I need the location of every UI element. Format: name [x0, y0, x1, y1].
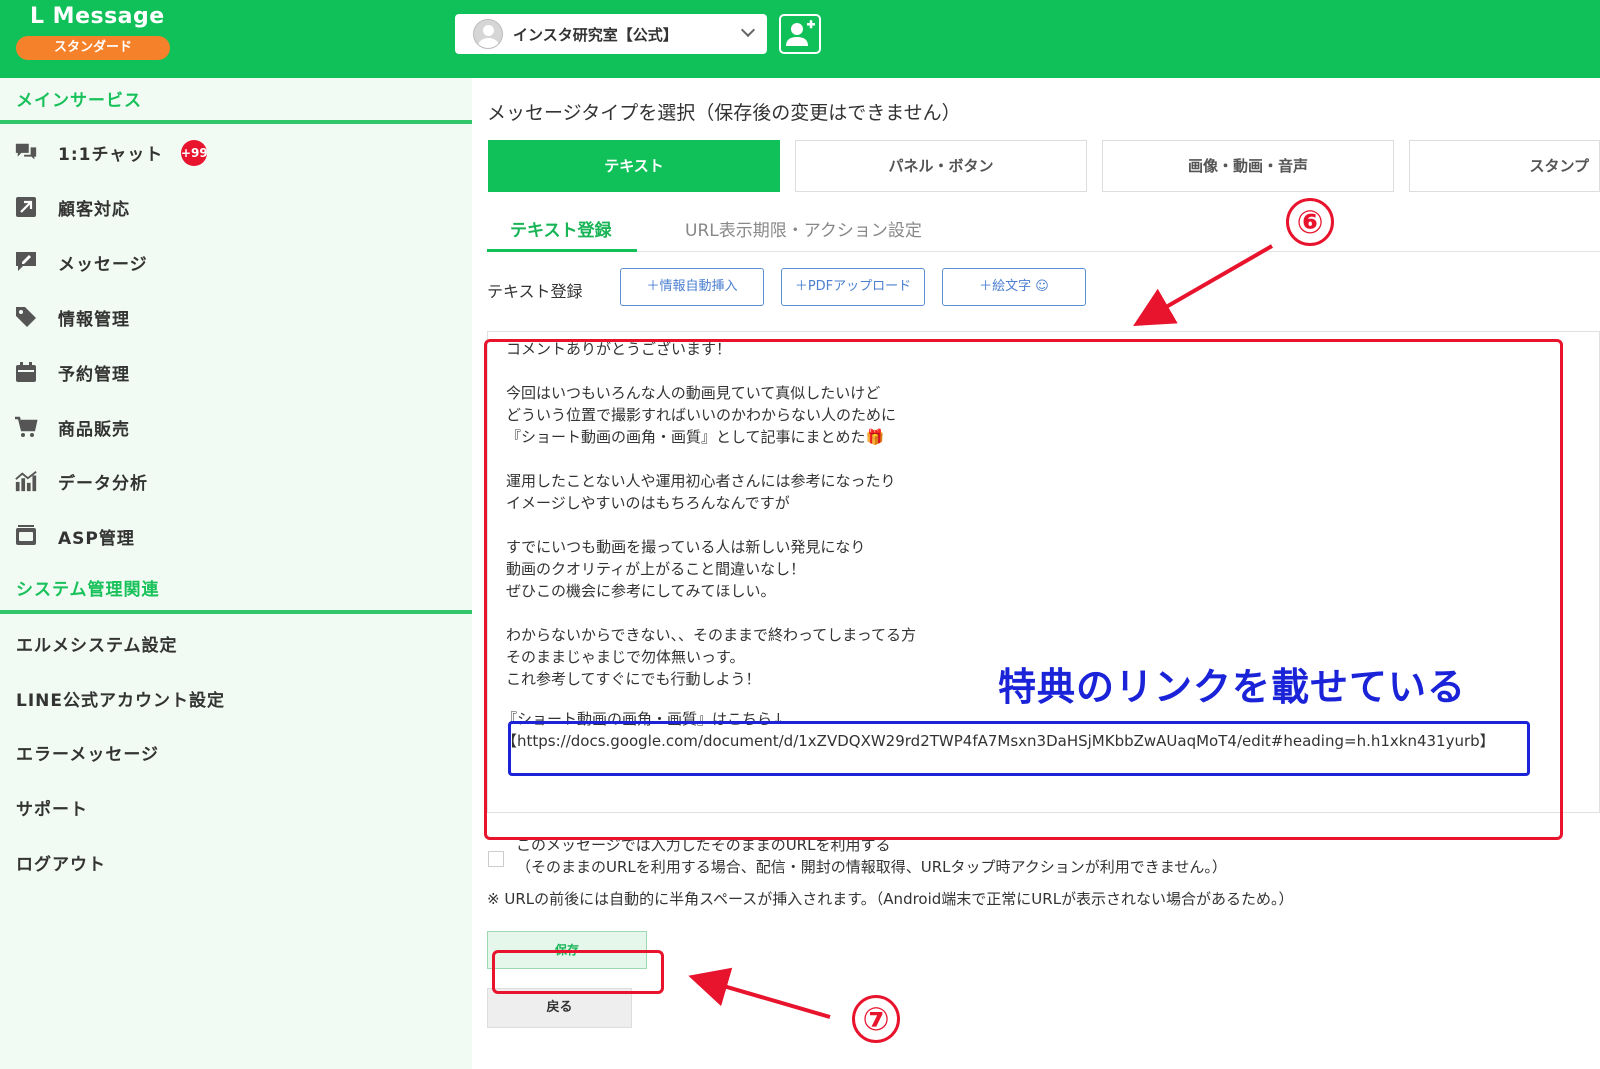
sidebar-item-line-settings[interactable]: LINE公式アカウント設定: [16, 686, 225, 711]
sidebar-item-elme-settings[interactable]: エルメシステム設定: [16, 631, 178, 656]
sidebar-item-reservation[interactable]: 予約管理: [0, 350, 472, 394]
sidebar-item-analytics[interactable]: データ分析: [0, 459, 472, 503]
step-number-7: ⑦: [852, 995, 900, 1043]
highlight-save-button: [492, 950, 664, 994]
sidebar-item-label: メッセージ: [58, 254, 148, 275]
sidebar-item-message[interactable]: メッセージ: [0, 240, 472, 284]
raw-url-checkbox-label: このメッセージでは入力したそのままのURLを利用する （そのままのURLを利用す…: [516, 836, 1227, 876]
brand-logo: L Message: [30, 4, 165, 29]
step-number-6: ⑥: [1286, 198, 1334, 246]
sidebar-item-error-messages[interactable]: エラーメッセージ: [16, 740, 159, 765]
section-divider: [0, 120, 472, 124]
sidebar-item-chat[interactable]: 1:1チャット +99: [0, 130, 472, 174]
sidebar-item-customer[interactable]: 顧客対応: [0, 185, 472, 229]
sidebar-item-label: 1:1チャット: [58, 144, 164, 165]
sidebar: メインサービス 1:1チャット +99 顧客対応 メッセージ 情報管理 予約管理…: [0, 78, 472, 1069]
raw-url-checkbox[interactable]: [488, 851, 504, 867]
sidebar-item-asp[interactable]: ASP管理: [0, 514, 472, 558]
insert-info-button[interactable]: ＋情報自動挿入: [620, 268, 764, 306]
sidebar-item-label: ASP管理: [58, 528, 135, 549]
chart-icon: [14, 469, 38, 493]
chevron-down-icon: [740, 22, 756, 38]
section-title-system: システム管理関連: [16, 580, 160, 600]
subtab-url-settings[interactable]: URL表示期限・アクション設定: [685, 216, 922, 241]
sidebar-item-info[interactable]: 情報管理: [0, 295, 472, 339]
tab-media[interactable]: 画像・動画・音声: [1102, 140, 1394, 192]
sidebar-item-support[interactable]: サポート: [16, 795, 88, 820]
arrow-box-icon: [14, 195, 38, 219]
url-space-note: ※ URLの前後には自動的に半角スペースが挿入されます。（Android端末で正…: [487, 890, 1294, 908]
emoji-button[interactable]: ＋絵文字 ☺: [942, 268, 1086, 306]
sidebar-item-sales[interactable]: 商品販売: [0, 405, 472, 449]
account-name: インスタ研究室【公式】: [513, 25, 678, 44]
avatar-icon: [473, 19, 503, 49]
tab-text[interactable]: テキスト: [488, 140, 780, 192]
top-header: L Message スタンダード インスタ研究室【公式】: [0, 0, 1600, 78]
pdf-upload-button[interactable]: ＋PDFアップロード: [781, 268, 925, 306]
app-root: L Message スタンダード インスタ研究室【公式】 メインサービス 1:1…: [0, 0, 1600, 1069]
subtab-active-indicator: [487, 249, 637, 252]
plan-badge: スタンダード: [16, 36, 170, 60]
account-select[interactable]: インスタ研究室【公式】: [455, 14, 767, 54]
sidebar-item-label: 商品販売: [58, 419, 130, 440]
add-user-button[interactable]: [779, 14, 821, 54]
page-title: メッセージタイプを選択（保存後の変更はできません）: [487, 102, 961, 124]
sidebar-item-label: 情報管理: [58, 309, 130, 330]
tag-icon: [14, 305, 38, 329]
unread-badge: +99: [181, 140, 208, 166]
sidebar-item-label: 顧客対応: [58, 199, 130, 220]
sidebar-item-label: データ分析: [58, 473, 148, 494]
sidebar-item-label: 予約管理: [58, 364, 130, 385]
tab-panel-button[interactable]: パネル・ボタン: [795, 140, 1087, 192]
calendar-icon: [14, 360, 38, 384]
chat-icon: [14, 140, 38, 164]
tab-stamp[interactable]: スタンプ: [1409, 140, 1600, 192]
asp-icon: [14, 524, 38, 548]
back-button[interactable]: 戻る: [487, 988, 632, 1028]
field-label-text: テキスト登録: [487, 282, 583, 301]
subtab-divider: [487, 251, 1600, 252]
sidebar-item-logout[interactable]: ログアウト: [16, 850, 106, 875]
highlight-link-box: [508, 721, 1530, 776]
section-divider: [0, 610, 472, 614]
cart-icon: [14, 415, 38, 439]
callout-link-text: 特典のリンクを載せている: [998, 665, 1467, 709]
subtab-text-register[interactable]: テキスト登録: [510, 216, 612, 241]
add-user-icon: [786, 20, 815, 46]
message-edit-icon: [14, 250, 38, 274]
section-title-main: メインサービス: [16, 91, 142, 111]
